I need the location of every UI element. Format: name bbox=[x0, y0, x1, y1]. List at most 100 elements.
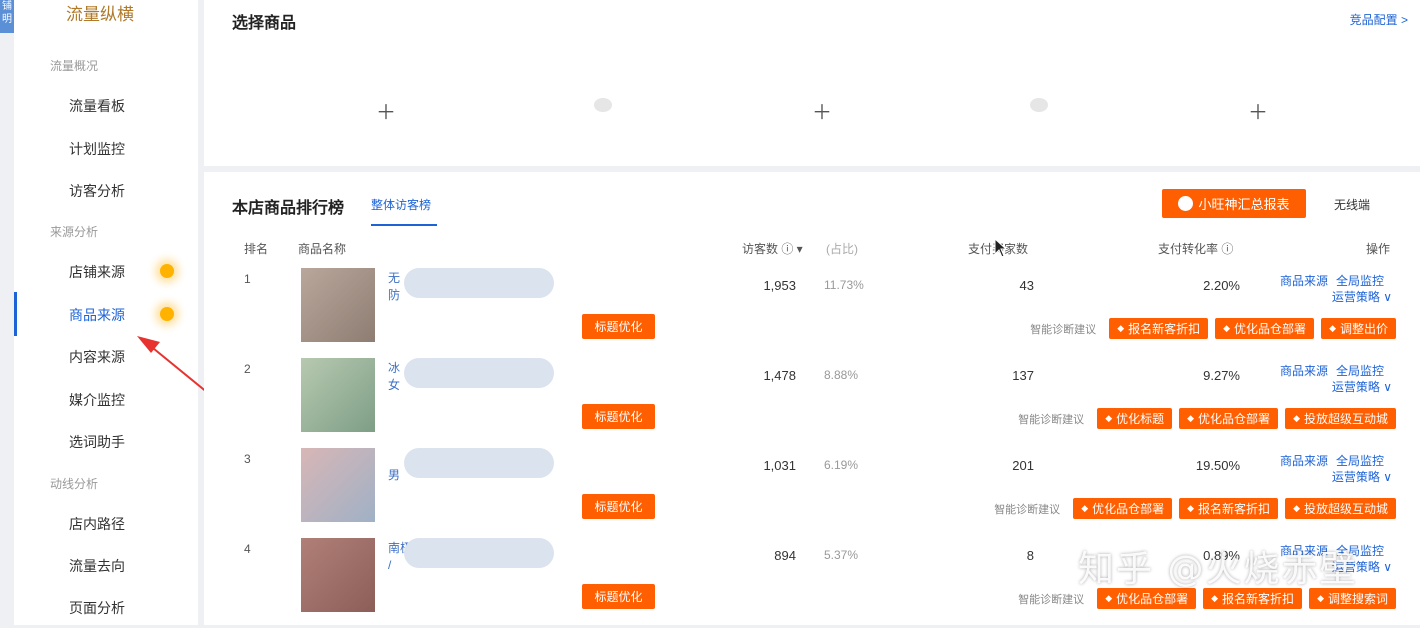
buyer-count: 201 bbox=[1012, 458, 1034, 473]
blurred-name bbox=[404, 538, 554, 568]
suggestion-button[interactable]: 优化品仓部署 bbox=[1073, 498, 1173, 519]
header-conversion: 支付转化率 ⓘ bbox=[1158, 242, 1234, 256]
nav-item-product-source[interactable]: 商品来源 bbox=[69, 305, 125, 325]
visitor-share: 5.37% bbox=[824, 548, 859, 562]
product-source-link[interactable]: 商品来源 bbox=[1280, 454, 1328, 468]
suggestion-button[interactable]: 优化标题 bbox=[1097, 408, 1173, 429]
visitor-share: 8.88% bbox=[824, 368, 859, 382]
active-indicator bbox=[14, 292, 17, 336]
title-optimize-button[interactable]: 标题优化 bbox=[582, 314, 655, 339]
blurred-name bbox=[404, 268, 554, 298]
suggestion-button[interactable]: 投放超级互动城 bbox=[1285, 408, 1396, 429]
diagnosis-label: 智能诊断建议 bbox=[1018, 593, 1085, 606]
buyer-count: 137 bbox=[1012, 368, 1034, 383]
wangwang-icon bbox=[1178, 196, 1194, 211]
eye-icon[interactable] bbox=[594, 98, 612, 112]
visitor-count: 894 bbox=[774, 548, 796, 563]
select-product-card: 选择商品 竞品配置 > ＋ ＋ ＋ bbox=[204, 0, 1420, 166]
suggestion-button[interactable]: 优化品仓部署 bbox=[1179, 408, 1279, 429]
summary-report-button[interactable]: 小旺神汇总报表 bbox=[1162, 189, 1306, 218]
watermark-text: 知乎 @火烧赤壁 bbox=[1078, 549, 1358, 590]
highlight-dot bbox=[160, 307, 174, 321]
product-thumbnail[interactable] bbox=[301, 448, 375, 522]
suggestion-button[interactable]: 报名新客折扣 bbox=[1179, 498, 1279, 519]
row-ops: 商品来源 全局监控 bbox=[1280, 452, 1392, 469]
row-ops: 商品来源 全局监控 bbox=[1280, 272, 1392, 289]
header-share: (占比) bbox=[826, 242, 858, 256]
visitor-count: 1,478 bbox=[763, 368, 796, 383]
add-product-icon[interactable]: ＋ bbox=[812, 96, 832, 125]
card-title: 选择商品 bbox=[232, 15, 297, 32]
section-title-overview: 流量概况 bbox=[50, 59, 99, 73]
section-title-source: 来源分析 bbox=[50, 225, 99, 239]
row-ops: 商品来源 全局监控 bbox=[1280, 362, 1392, 379]
blurred-name bbox=[404, 358, 554, 388]
blurred-name bbox=[404, 448, 554, 478]
header-rank: 排名 bbox=[244, 242, 269, 256]
product-source-link[interactable]: 商品来源 bbox=[1280, 364, 1328, 378]
global-monitor-link[interactable]: 全局监控 bbox=[1336, 454, 1384, 468]
title-optimize-button[interactable]: 标题优化 bbox=[582, 404, 655, 429]
nav-item-traffic-board[interactable]: 流量看板 bbox=[69, 96, 125, 116]
nav-item-content-source[interactable]: 内容来源 bbox=[69, 347, 125, 367]
tab-underline bbox=[371, 224, 437, 226]
suggestion-button[interactable]: 调整出价 bbox=[1321, 318, 1396, 339]
rank-number: 2 bbox=[244, 362, 251, 376]
diagnosis-suggestions: 智能诊断建议 优化标题 优化品仓部署 投放超级互动城 bbox=[1018, 408, 1396, 429]
eye-icon[interactable] bbox=[1030, 98, 1048, 112]
nav-item-plan-monitor[interactable]: 计划监控 bbox=[69, 139, 125, 159]
global-monitor-link[interactable]: 全局监控 bbox=[1336, 364, 1384, 378]
diagnosis-label: 智能诊断建议 bbox=[1030, 323, 1097, 336]
nav-item-page-analysis[interactable]: 页面分析 bbox=[69, 598, 125, 618]
title-optimize-button[interactable]: 标题优化 bbox=[582, 584, 655, 609]
visitor-share: 6.19% bbox=[824, 458, 859, 472]
ranking-title: 本店商品排行榜 bbox=[232, 200, 345, 217]
visitor-count: 1,031 bbox=[763, 458, 796, 473]
title-optimize-button[interactable]: 标题优化 bbox=[582, 494, 655, 519]
ops-strategy-dropdown[interactable]: 运营策略 ∨ bbox=[1332, 288, 1392, 305]
edge-tab[interactable]: 铺明 bbox=[0, 0, 14, 33]
product-thumbnail[interactable] bbox=[301, 358, 375, 432]
header-operations: 操作 bbox=[1366, 242, 1391, 256]
nav-item-shop-source[interactable]: 店铺来源 bbox=[69, 262, 125, 282]
ops-strategy-dropdown[interactable]: 运营策略 ∨ bbox=[1332, 468, 1392, 485]
header-visitors[interactable]: 访客数 ⓘ ▾ bbox=[742, 240, 803, 257]
competitor-config-link[interactable]: 竞品配置 > bbox=[1350, 11, 1408, 28]
report-label: 小旺神汇总报表 bbox=[1198, 197, 1290, 212]
add-product-icon[interactable]: ＋ bbox=[376, 96, 396, 125]
header-name: 商品名称 bbox=[298, 242, 347, 256]
table-row: 2 冰女 标题优化 1,478 8.88% 137 9.27% 商品来源 全局监控… bbox=[204, 358, 1420, 448]
mouse-cursor-icon bbox=[994, 238, 1008, 258]
diagnosis-suggestions: 智能诊断建议 报名新客折扣 优化品仓部署 调整出价 bbox=[1030, 318, 1396, 339]
global-monitor-link[interactable]: 全局监控 bbox=[1336, 274, 1384, 288]
nav-item-traffic-flow[interactable]: 流量去向 bbox=[69, 556, 125, 576]
visitor-count: 1,953 bbox=[763, 278, 796, 293]
ops-strategy-dropdown[interactable]: 运营策略 ∨ bbox=[1332, 378, 1392, 395]
suggestion-button[interactable]: 优化品仓部署 bbox=[1215, 318, 1315, 339]
nav-item-keyword-helper[interactable]: 选词助手 bbox=[69, 432, 125, 452]
rank-number: 3 bbox=[244, 452, 251, 466]
suggestion-button[interactable]: 报名新客折扣 bbox=[1109, 318, 1209, 339]
diagnosis-suggestions: 智能诊断建议 优化品仓部署 报名新客折扣 投放超级互动城 bbox=[994, 498, 1396, 519]
visitor-share: 11.73% bbox=[824, 278, 864, 292]
app-logo: 流量纵横 bbox=[66, 5, 134, 24]
nav-item-visitor-analysis[interactable]: 访客分析 bbox=[69, 181, 125, 201]
diagnosis-label: 智能诊断建议 bbox=[1018, 413, 1085, 426]
rank-number: 1 bbox=[244, 272, 251, 286]
product-thumbnail[interactable] bbox=[301, 268, 375, 342]
section-title-path: 动线分析 bbox=[50, 477, 99, 491]
wireless-selector[interactable]: 无线端 bbox=[1334, 196, 1370, 213]
table-row: 1 无防 标题优化 1,953 11.73% 43 2.20% 商品来源 全局监控… bbox=[204, 268, 1420, 358]
suggestion-button[interactable]: 投放超级互动城 bbox=[1285, 498, 1396, 519]
nav-item-media-monitor[interactable]: 媒介监控 bbox=[69, 390, 125, 410]
buyer-count: 8 bbox=[1026, 548, 1034, 563]
add-product-icon[interactable]: ＋ bbox=[1248, 96, 1268, 125]
highlight-dot bbox=[160, 264, 174, 278]
nav-item-store-path[interactable]: 店内路径 bbox=[69, 514, 125, 534]
table-row: 3 男 标题优化 1,031 6.19% 201 19.50% 商品来源 全局监控… bbox=[204, 448, 1420, 538]
conversion-rate: 2.20% bbox=[1203, 278, 1240, 293]
product-source-link[interactable]: 商品来源 bbox=[1280, 274, 1328, 288]
tab-overall-visitors[interactable]: 整体访客榜 bbox=[371, 196, 431, 213]
sidebar: 流量纵横 流量概况 流量看板 计划监控 访客分析 来源分析 店铺来源 商品来源 … bbox=[14, 0, 198, 625]
product-thumbnail[interactable] bbox=[301, 538, 375, 612]
